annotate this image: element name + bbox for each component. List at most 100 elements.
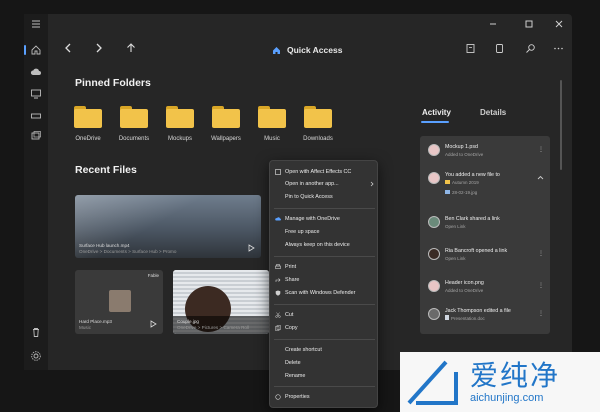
menu-item-scan-defender[interactable]: Scan with Windows Defender — [270, 288, 379, 299]
folder-label: OneDrive — [75, 136, 101, 142]
menu-separator — [274, 304, 375, 305]
menu-item-free-space[interactable]: Free up space — [270, 227, 379, 238]
recent-file-card[interactable]: Fable Hard Place.mp3 Music — [75, 270, 163, 334]
chevron-up-icon[interactable] — [537, 174, 544, 181]
avatar — [428, 216, 440, 228]
folder-icon — [304, 106, 332, 128]
cloud-icon[interactable] — [30, 66, 42, 78]
file-meta: Surface Hub launch.mp4 OneDrive > Docume… — [79, 243, 176, 255]
activity-text: You added a new file to Autumn 2019 28-0… — [445, 172, 500, 196]
menu-item-share[interactable]: Share — [270, 275, 379, 286]
play-icon[interactable] — [149, 320, 157, 328]
search-icon[interactable] — [525, 43, 536, 54]
folder-wallpapers[interactable]: Wallpapers — [204, 106, 248, 142]
avatar — [428, 144, 440, 156]
menu-item-delete[interactable]: Delete — [270, 358, 379, 369]
scrollbar[interactable] — [560, 80, 562, 170]
address-bar[interactable]: Quick Access — [272, 43, 342, 57]
file-path: OneDrive > Documents > Surface Hub > Pro… — [79, 249, 177, 254]
pinned-folders-heading: Pinned Folders — [75, 77, 151, 89]
more-ellipsis-icon[interactable] — [553, 43, 564, 54]
tab-details[interactable]: Details — [480, 108, 506, 117]
file-path: Music — [79, 325, 91, 330]
back-arrow-icon[interactable] — [62, 42, 74, 54]
folder-label: Documents — [118, 136, 150, 142]
folder-downloads[interactable]: Downloads — [296, 106, 340, 142]
folder-icon — [166, 106, 194, 128]
folder-label: Music — [264, 136, 280, 142]
more-vertical-icon[interactable]: ⋮ — [538, 146, 544, 153]
more-vertical-icon[interactable]: ⋮ — [538, 250, 544, 257]
menu-item-create-shortcut[interactable]: Create shortcut — [270, 345, 379, 356]
menu-item-label: Copy — [285, 325, 298, 331]
watermark-logo-icon — [406, 358, 458, 406]
more-vertical-icon[interactable]: ⋮ — [538, 282, 544, 289]
activity-text: Mockup 1.psd Added to OneDrive — [445, 144, 483, 158]
menu-item-print[interactable]: Print — [270, 262, 379, 273]
file-meta: Couple.jpg OneDrive > Pictures > Camera … — [177, 319, 249, 331]
folder-label: Downloads — [303, 136, 333, 142]
folder-label: Wallpapers — [211, 136, 241, 142]
shield-icon — [275, 290, 281, 296]
activity-title: Header icon.png — [445, 280, 484, 286]
home-small-icon — [272, 46, 281, 55]
tablet-icon[interactable] — [465, 43, 476, 54]
file-meta: Hard Place.mp3 Music — [79, 319, 112, 331]
desktop-icon[interactable] — [30, 88, 42, 100]
file-path: OneDrive > Pictures > Camera Roll — [177, 325, 249, 330]
activity-sub: Open Link — [445, 256, 466, 261]
page-title: Quick Access — [287, 45, 343, 55]
menu-item-open-another[interactable]: Open in another app... — [270, 179, 379, 190]
settings-gear-icon[interactable] — [30, 350, 42, 362]
menu-separator — [274, 208, 375, 209]
recent-file-card[interactable]: Couple.jpg OneDrive > Pictures > Camera … — [173, 270, 269, 334]
more-vertical-icon[interactable]: ⋮ — [538, 310, 544, 317]
folder-documents[interactable]: Documents — [112, 106, 156, 142]
hamburger-icon[interactable] — [30, 18, 42, 30]
chevron-right-icon — [369, 181, 375, 187]
folder-music[interactable]: Music — [250, 106, 294, 142]
forward-arrow-icon[interactable] — [93, 42, 105, 54]
menu-item-label: Scan with Windows Defender — [285, 290, 356, 296]
image-small-icon — [445, 190, 450, 194]
gallery-icon[interactable] — [30, 130, 42, 142]
home-icon[interactable] — [24, 44, 42, 56]
maximize-icon[interactable] — [523, 18, 535, 30]
menu-item-copy[interactable]: Copy — [270, 323, 379, 334]
onedrive-icon — [275, 216, 281, 222]
up-arrow-icon[interactable] — [125, 42, 137, 54]
scissors-icon — [275, 312, 281, 318]
activity-text: Jack Thompson edited a file Presentation… — [445, 308, 511, 322]
menu-item-open-with[interactable]: Open with Affect Effects CC — [270, 167, 379, 178]
tab-activity[interactable]: Activity — [422, 108, 451, 117]
activity-sub-text: Presentation.doc — [451, 316, 485, 321]
avatar — [428, 308, 440, 320]
menu-item-properties[interactable]: Properties — [270, 392, 379, 403]
menu-separator — [274, 256, 375, 257]
drive-icon[interactable] — [30, 110, 42, 122]
menu-item-label: Always keep on this device — [285, 242, 350, 248]
trash-icon[interactable] — [30, 326, 42, 338]
phone-icon[interactable] — [494, 43, 505, 54]
menu-separator — [274, 386, 375, 387]
play-icon[interactable] — [247, 244, 255, 252]
menu-item-rename[interactable]: Rename — [270, 371, 379, 382]
menu-item-manage-onedrive[interactable]: Manage with OneDrive — [270, 214, 379, 225]
menu-item-cut[interactable]: Cut — [270, 310, 379, 321]
menu-item-label: Pin to Quick Access — [285, 194, 333, 200]
activity-title: Mockup 1.psd — [445, 144, 478, 150]
file-badge: Fable — [147, 273, 159, 278]
watermark-brand: 爱纯净 — [470, 359, 561, 392]
folder-onedrive[interactable]: OneDrive — [66, 106, 110, 142]
folder-mockups[interactable]: Mockups — [158, 106, 202, 142]
folder-small-icon — [445, 180, 450, 184]
activity-sub: Autumn 2019 — [445, 179, 500, 186]
menu-item-pin[interactable]: Pin to Quick Access — [270, 192, 379, 203]
app-icon — [275, 169, 281, 175]
close-icon[interactable] — [553, 18, 565, 30]
recent-file-card[interactable]: Surface Hub launch.mp4 OneDrive > Docume… — [75, 195, 261, 258]
copy-icon — [275, 325, 281, 331]
menu-item-keep-on-device[interactable]: Always keep on this device — [270, 240, 379, 251]
minimize-icon[interactable] — [487, 18, 499, 30]
watermark: 爱纯净 aichunjing.com — [400, 352, 600, 412]
